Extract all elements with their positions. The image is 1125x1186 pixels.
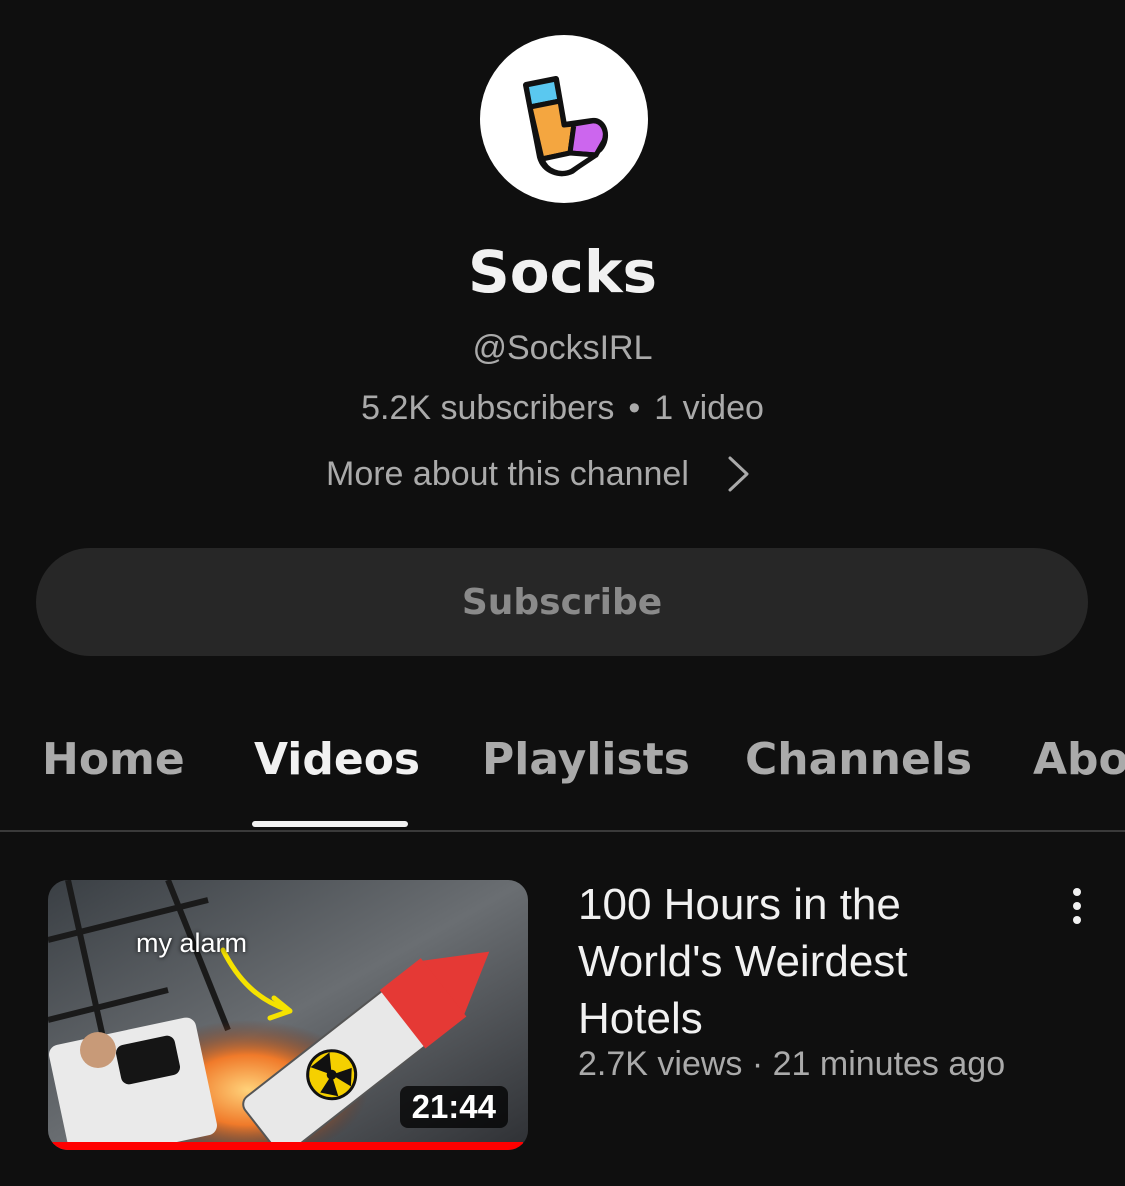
tab-videos[interactable]: Videos — [254, 732, 420, 788]
subscriber-count: 5.2K subscribers — [361, 389, 615, 427]
subscribe-button[interactable]: Subscribe — [36, 548, 1088, 656]
channel-name: Socks — [467, 238, 658, 306]
tab-home[interactable]: Home — [42, 732, 185, 788]
chevron-right-icon — [728, 456, 749, 492]
more-about-label: More about this channel — [326, 455, 689, 493]
video-meta: 2.7K views · 21 minutes ago — [578, 1045, 1006, 1083]
vertical-dots-icon — [1073, 888, 1081, 924]
video-thumbnail[interactable]: my alarm 21:44 — [48, 880, 528, 1150]
channel-stats: 5.2K subscribers • 1 video — [0, 386, 1125, 430]
stats-separator: • — [628, 389, 641, 427]
more-options-icon[interactable] — [1060, 884, 1094, 928]
channel-handle: @SocksIRL — [472, 329, 653, 367]
tab-about[interactable]: About — [1033, 732, 1125, 788]
tab-channels[interactable]: Channels — [745, 732, 972, 788]
thumbnail-caption: my alarm — [136, 928, 248, 958]
watch-progress-bar — [48, 1142, 524, 1150]
more-about-channel-link[interactable]: More about this channel — [326, 452, 751, 496]
channel-tabs: Home Videos Playlists Channels About — [0, 700, 1125, 832]
video-duration-badge: 21:44 — [399, 1086, 508, 1128]
channel-avatar[interactable] — [480, 35, 648, 203]
video-count: 1 video — [654, 389, 764, 427]
video-title[interactable]: 100 Hours in the World's Weirdest Hotels — [578, 876, 1018, 1047]
tab-playlists[interactable]: Playlists — [482, 732, 690, 788]
sock-logo-icon — [523, 76, 609, 177]
video-list-item[interactable]: my alarm 21:44 100 Hours in the World's … — [0, 860, 1125, 1160]
active-tab-indicator — [252, 821, 408, 827]
